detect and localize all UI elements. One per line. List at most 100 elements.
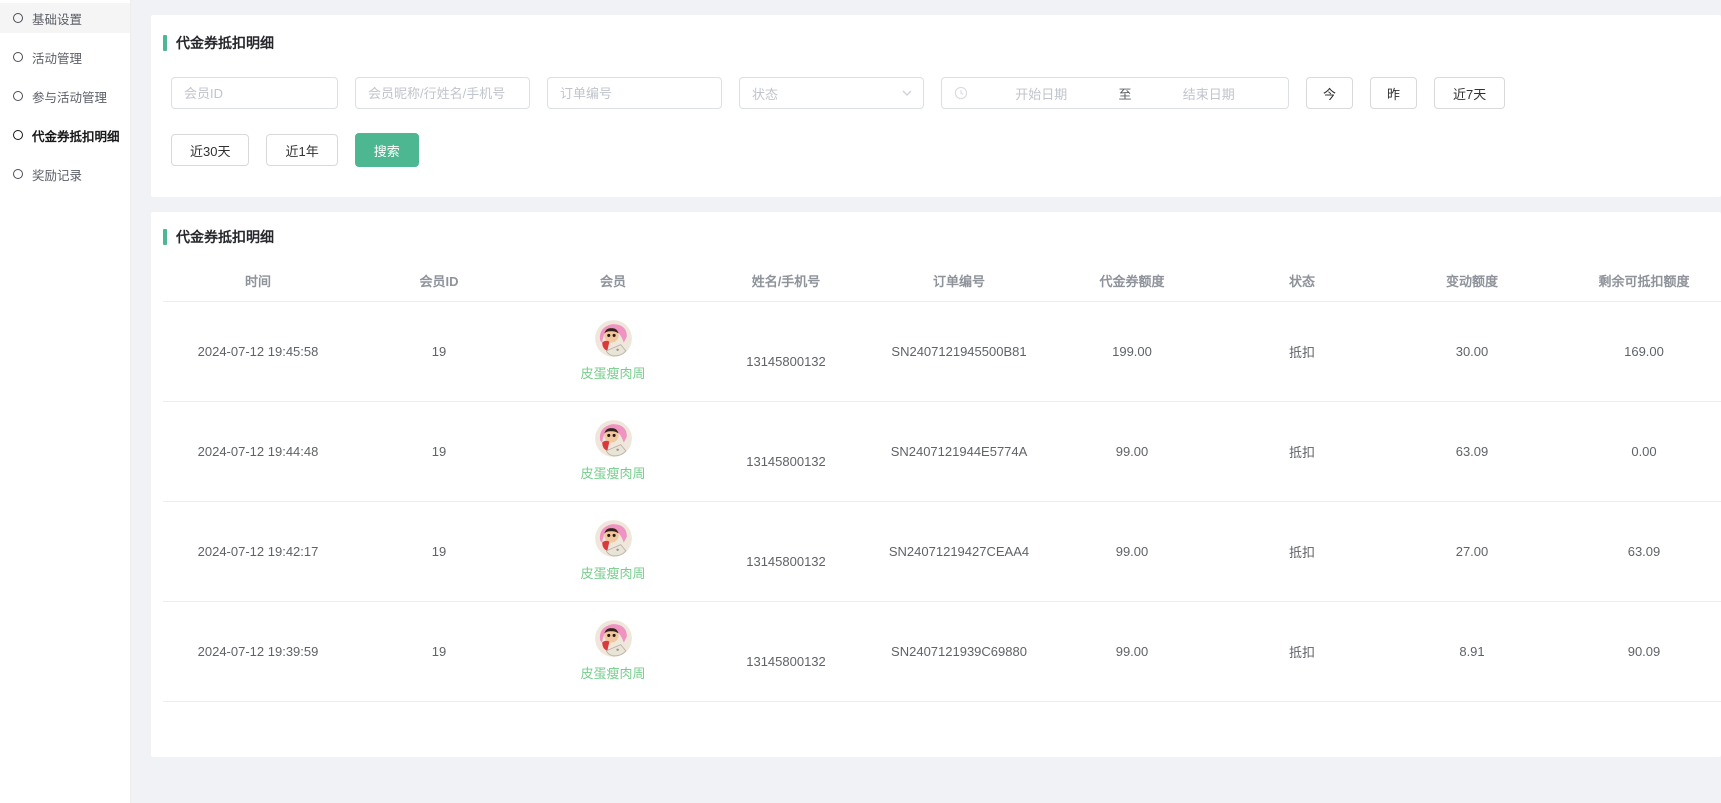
table-header-row: 时间 会员ID 会员 姓名/手机号 订单编号 代金券额度 状态 变动额度 剩余可… — [163, 261, 1721, 301]
table-row: 2024-07-12 19:44:48 19 — [163, 401, 1721, 501]
main-content: 代金券抵扣明细 状态 开始日期 至 结束日期 今 昨 — [132, 0, 1721, 803]
sidebar-item-label: 活动管理 — [32, 48, 82, 67]
member-name-link[interactable]: 皮蛋瘦肉周 — [580, 563, 645, 582]
col-member: 会员 — [525, 261, 701, 301]
col-name-phone: 姓名/手机号 — [701, 261, 871, 301]
last-30-days-button[interactable]: 近30天 — [171, 134, 249, 166]
cartoon-avatar-image — [595, 320, 632, 357]
cell-time: 2024-07-12 19:39:59 — [163, 601, 353, 701]
filter-row-1: 状态 开始日期 至 结束日期 今 昨 近7天 — [171, 77, 1701, 109]
cell-member: 皮蛋瘦肉周 — [525, 401, 701, 501]
circle-icon — [13, 13, 23, 23]
cartoon-avatar-image — [595, 420, 632, 457]
cell-coupon-amount: 99.00 — [1047, 401, 1217, 501]
circle-icon — [13, 52, 23, 62]
cell-time: 2024-07-12 19:42:17 — [163, 501, 353, 601]
cell-coupon-amount: 99.00 — [1047, 501, 1217, 601]
sidebar-item-reward-records[interactable]: 奖励记录 — [0, 159, 130, 189]
today-button[interactable]: 今 — [1306, 77, 1353, 109]
col-remaining: 剩余可抵扣额度 — [1557, 261, 1721, 301]
cell-remaining: 90.09 — [1557, 601, 1721, 701]
cell-remaining: 169.00 — [1557, 301, 1721, 401]
filter-panel: 代金券抵扣明细 状态 开始日期 至 结束日期 今 昨 — [151, 15, 1721, 197]
cell-member-id: 19 — [353, 301, 525, 401]
col-time: 时间 — [163, 261, 353, 301]
date-range-picker[interactable]: 开始日期 至 结束日期 — [941, 77, 1289, 109]
accent-bar — [163, 35, 167, 51]
cell-coupon-amount: 99.00 — [1047, 601, 1217, 701]
cell-member-id: 19 — [353, 501, 525, 601]
section-title-text: 代金券抵扣明细 — [176, 33, 274, 53]
yesterday-button[interactable]: 昨 — [1370, 77, 1417, 109]
cell-status: 抵扣 — [1217, 401, 1387, 501]
table-panel: 代金券抵扣明细 时间 会员ID 会员 姓名/手机号 订单编号 代金券额度 状态 … — [151, 212, 1721, 757]
cell-phone: 13145800132 — [701, 401, 871, 501]
order-no-input[interactable] — [547, 77, 722, 109]
section-title-text: 代金券抵扣明细 — [176, 227, 274, 247]
cell-phone: 13145800132 — [701, 501, 871, 601]
cell-change-amount: 30.00 — [1387, 301, 1557, 401]
cell-member-id: 19 — [353, 601, 525, 701]
member-name-link[interactable]: 皮蛋瘦肉周 — [580, 363, 645, 382]
sidebar-item-participation-management[interactable]: 参与活动管理 — [0, 81, 130, 111]
cell-change-amount: 63.09 — [1387, 401, 1557, 501]
col-change-amount: 变动额度 — [1387, 261, 1557, 301]
table-row: 2024-07-12 19:39:59 19 — [163, 601, 1721, 701]
member-avatar[interactable] — [595, 420, 632, 457]
circle-icon — [13, 91, 23, 101]
nickname-input[interactable] — [355, 77, 530, 109]
sidebar-item-label: 基础设置 — [32, 9, 82, 28]
cell-coupon-amount: 199.00 — [1047, 301, 1217, 401]
sidebar-item-activity-management[interactable]: 活动管理 — [0, 42, 130, 72]
member-id-input[interactable] — [171, 77, 338, 109]
sidebar: 基础设置 活动管理 参与活动管理 代金券抵扣明细 奖励记录 — [0, 0, 131, 803]
date-separator: 至 — [1115, 84, 1136, 103]
cell-status: 抵扣 — [1217, 501, 1387, 601]
col-coupon-amount: 代金券额度 — [1047, 261, 1217, 301]
cell-order-no: SN2407121944E5774A — [871, 401, 1047, 501]
cell-order-no: SN24071219427CEAA4 — [871, 501, 1047, 601]
col-status: 状态 — [1217, 261, 1387, 301]
member-avatar[interactable] — [595, 320, 632, 357]
cell-phone: 13145800132 — [701, 301, 871, 401]
table-section-title: 代金券抵扣明细 — [163, 227, 1711, 247]
circle-icon — [13, 169, 23, 179]
filter-row-2: 近30天 近1年 搜索 — [171, 133, 1701, 167]
clock-icon — [954, 86, 968, 100]
sidebar-item-basic-settings[interactable]: 基础设置 — [0, 3, 130, 33]
member-name-link[interactable]: 皮蛋瘦肉周 — [580, 663, 645, 682]
table-row: 2024-07-12 19:45:58 19 — [163, 301, 1721, 401]
status-select[interactable]: 状态 — [739, 77, 924, 109]
sidebar-item-voucher-deduction-detail[interactable]: 代金券抵扣明细 — [0, 120, 130, 150]
cell-change-amount: 27.00 — [1387, 501, 1557, 601]
col-member-id: 会员ID — [353, 261, 525, 301]
cell-member: 皮蛋瘦肉周 — [525, 301, 701, 401]
chevron-down-icon — [901, 87, 913, 99]
col-order-no: 订单编号 — [871, 261, 1047, 301]
cell-member: 皮蛋瘦肉周 — [525, 601, 701, 701]
cartoon-avatar-image — [595, 520, 632, 557]
cell-member: 皮蛋瘦肉周 — [525, 501, 701, 601]
start-date-placeholder: 开始日期 — [974, 84, 1109, 103]
cell-phone: 13145800132 — [701, 601, 871, 701]
accent-bar — [163, 229, 167, 245]
cell-order-no: SN2407121945500B81 — [871, 301, 1047, 401]
circle-icon — [13, 130, 23, 140]
cell-member-id: 19 — [353, 401, 525, 501]
cell-order-no: SN2407121939C69880 — [871, 601, 1047, 701]
cell-time: 2024-07-12 19:44:48 — [163, 401, 353, 501]
table-row: 2024-07-12 19:42:17 19 — [163, 501, 1721, 601]
cell-remaining: 63.09 — [1557, 501, 1721, 601]
search-button[interactable]: 搜索 — [355, 133, 419, 167]
member-avatar[interactable] — [595, 620, 632, 657]
sidebar-item-label: 参与活动管理 — [32, 87, 107, 106]
member-avatar[interactable] — [595, 520, 632, 557]
last-7-days-button[interactable]: 近7天 — [1434, 77, 1505, 109]
sidebar-item-label: 代金券抵扣明细 — [32, 126, 120, 145]
cartoon-avatar-image — [595, 620, 632, 657]
cell-time: 2024-07-12 19:45:58 — [163, 301, 353, 401]
sidebar-item-label: 奖励记录 — [32, 165, 82, 184]
last-year-button[interactable]: 近1年 — [266, 134, 337, 166]
cell-status: 抵扣 — [1217, 601, 1387, 701]
member-name-link[interactable]: 皮蛋瘦肉周 — [580, 463, 645, 482]
